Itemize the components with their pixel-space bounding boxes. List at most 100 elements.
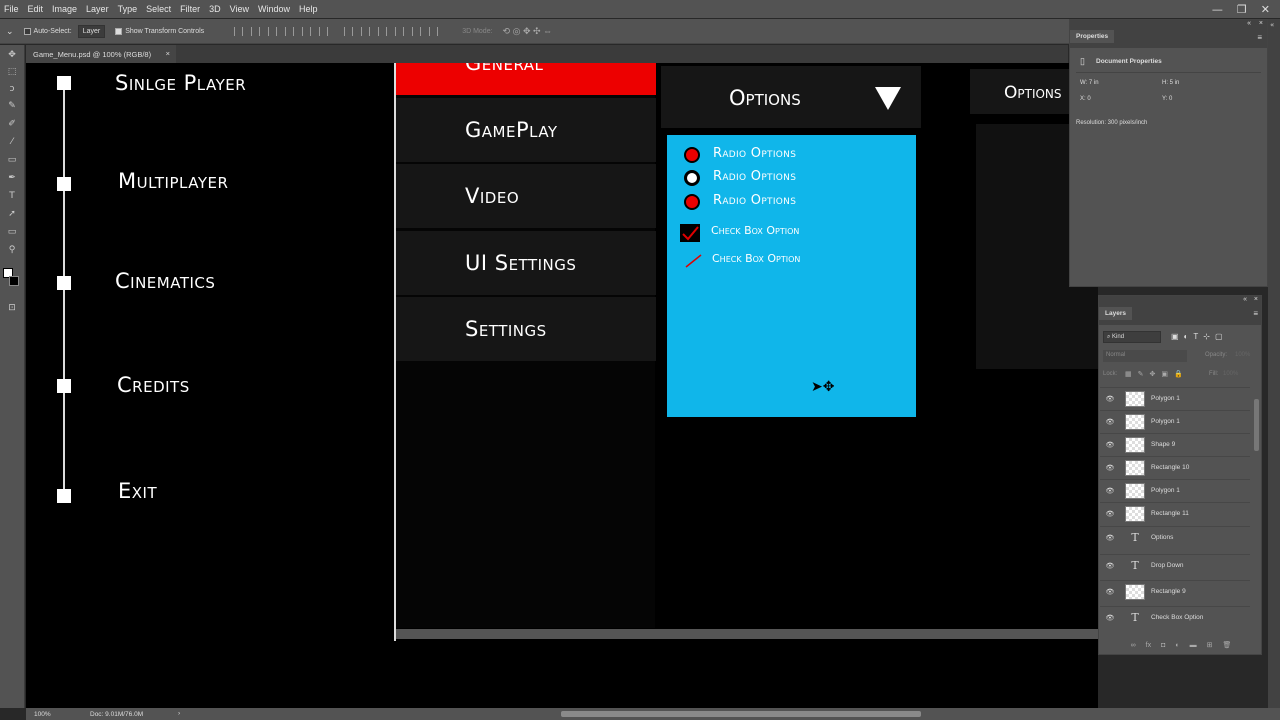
section-general[interactable]: General <box>396 63 656 95</box>
layer-row[interactable]: 👁 Polygon 1 <box>1100 410 1250 432</box>
close-panel-icon[interactable]: × <box>1259 20 1263 27</box>
section-video[interactable]: Video <box>396 164 656 228</box>
eraser-icon[interactable]: ▭ <box>6 154 18 166</box>
eye-icon[interactable]: 👁 <box>1105 562 1115 570</box>
distribute-vcenter-icon[interactable] <box>361 26 371 36</box>
menu-select[interactable]: Select <box>146 4 171 14</box>
panel-menu-icon[interactable]: ≡ <box>1253 309 1258 318</box>
background-color-swatch[interactable] <box>9 276 19 286</box>
align-hcenter-icon[interactable] <box>302 26 312 36</box>
shape-icon[interactable]: ▭ <box>6 226 18 238</box>
chevron-right-icon[interactable]: › <box>178 710 180 717</box>
layer-row[interactable]: 👁 T Drop Down <box>1100 554 1250 576</box>
distribute-left-icon[interactable] <box>395 26 405 36</box>
menu-image[interactable]: Image <box>52 4 77 14</box>
properties-tab[interactable]: Properties <box>1070 30 1115 43</box>
zoom-level[interactable]: 100% <box>34 711 51 718</box>
adjustment-icon[interactable]: ◐ <box>1175 642 1179 649</box>
collapse-icon[interactable]: « <box>1247 20 1251 27</box>
3d-rotate-icon[interactable]: ⟲ ◎ ✥ ✣ ⇔ <box>503 26 552 37</box>
eye-icon[interactable]: 👁 <box>1105 534 1115 542</box>
filter-type-icons[interactable]: ▣◐T⊹▢ <box>1171 332 1228 341</box>
layer-row[interactable]: 👁 Rectangle 11 <box>1100 502 1250 524</box>
distribute-bottom-icon[interactable] <box>378 26 388 36</box>
type-icon[interactable]: T <box>6 190 18 202</box>
menu-view[interactable]: View <box>230 4 249 14</box>
close-tab-icon[interactable]: × <box>166 49 170 58</box>
doc-size[interactable]: Doc: 9.01M/76.0M <box>90 711 143 718</box>
zoom-icon[interactable]: ⚲ <box>6 244 18 256</box>
maximize-icon[interactable]: ❐ <box>1237 3 1247 16</box>
lasso-icon[interactable]: ↄ <box>6 83 18 95</box>
section-settings[interactable]: Settings <box>396 297 656 361</box>
pen-icon[interactable]: ✒ <box>6 172 18 184</box>
distribute-top-icon[interactable] <box>344 26 354 36</box>
lock-icons[interactable]: ▦✎✥▣🔒 <box>1125 370 1189 378</box>
menu-exit[interactable]: Exit <box>118 479 157 503</box>
quick-mask-icon[interactable]: ⊡ <box>6 302 18 314</box>
section-ui-settings[interactable]: UI Settings <box>396 231 656 295</box>
layer-row[interactable]: 👁 Shape 9 <box>1100 433 1250 455</box>
document-canvas[interactable]: Sinlge Player Multiplayer Cinematics Cre… <box>26 63 1098 708</box>
fill-value[interactable]: 100% <box>1223 371 1238 377</box>
close-icon[interactable]: ✕ <box>1261 3 1270 16</box>
marquee-icon[interactable]: ⬚ <box>6 66 18 78</box>
transform-checkbox[interactable] <box>115 27 123 35</box>
checkbox-unchecked[interactable] <box>684 253 704 269</box>
layers-tab[interactable]: Layers <box>1099 307 1132 320</box>
layer-row[interactable]: 👁 T Check Box Option <box>1100 606 1250 628</box>
layer-row[interactable]: 👁 Rectangle 9 <box>1100 580 1250 602</box>
x-value[interactable]: X: 0 <box>1080 96 1091 102</box>
new-layer-icon[interactable]: ⊞ <box>1207 641 1213 649</box>
link-icon[interactable]: ∞ <box>1131 642 1136 649</box>
distribute-right-icon[interactable] <box>429 26 439 36</box>
brush-icon[interactable]: ✐ <box>6 118 18 130</box>
layer-row[interactable]: 👁 T Options <box>1100 526 1250 548</box>
layer-select[interactable]: Layer <box>77 24 106 38</box>
menu-help[interactable]: Help <box>299 4 318 14</box>
opacity-value[interactable]: 100% <box>1235 352 1250 358</box>
menu-cinematics[interactable]: Cinematics <box>115 269 215 293</box>
eye-icon[interactable]: 👁 <box>1105 588 1115 596</box>
menu-credits[interactable]: Credits <box>117 373 190 397</box>
distribute-hcenter-icon[interactable] <box>412 26 422 36</box>
dock-collapse-icon[interactable]: « <box>1270 21 1274 29</box>
radio-button[interactable] <box>684 147 700 163</box>
folder-icon[interactable]: ▬ <box>1190 642 1197 649</box>
layer-row[interactable]: 👁 Polygon 1 <box>1100 479 1250 501</box>
dropdown-arrow-icon[interactable] <box>875 87 901 110</box>
eyedropper-icon[interactable]: ⁄ <box>6 136 18 148</box>
mask-icon[interactable]: ◘ <box>1161 642 1165 649</box>
section-gameplay[interactable]: GamePlay <box>396 98 656 162</box>
eye-icon[interactable]: 👁 <box>1105 441 1115 449</box>
close-panel-icon[interactable]: × <box>1254 296 1258 303</box>
panel-menu-icon[interactable]: ≡ <box>1257 33 1262 42</box>
quick-select-icon[interactable]: ✎ <box>6 100 18 112</box>
menu-multiplayer[interactable]: Multiplayer <box>118 169 228 193</box>
radio-button[interactable] <box>684 194 700 210</box>
align-left-icon[interactable] <box>285 26 295 36</box>
menu-window[interactable]: Window <box>258 4 290 14</box>
eye-icon[interactable]: 👁 <box>1105 614 1115 622</box>
eye-icon[interactable]: 👁 <box>1105 395 1115 403</box>
align-vcenter-icon[interactable] <box>251 26 261 36</box>
menu-edit[interactable]: Edit <box>28 4 44 14</box>
fx-icon[interactable]: fx <box>1146 642 1151 649</box>
path-select-icon[interactable]: ➚ <box>6 208 18 220</box>
minimize-icon[interactable]: — <box>1212 3 1223 16</box>
layer-filter-select[interactable]: ⌕ Kind <box>1103 331 1161 343</box>
layers-scrollbar[interactable] <box>1254 399 1259 451</box>
checkbox-checked[interactable] <box>680 224 700 242</box>
layer-row[interactable]: 👁 Polygon 1 <box>1100 387 1250 409</box>
move-icon[interactable]: ✥ <box>6 49 18 61</box>
align-bottom-icon[interactable] <box>268 26 278 36</box>
layer-row[interactable]: 👁 Rectangle 10 <box>1100 456 1250 478</box>
menu-file[interactable]: File <box>4 4 19 14</box>
blend-mode-select[interactable]: Normal <box>1103 350 1187 362</box>
horizontal-scrollbar[interactable] <box>561 711 921 717</box>
menu-layer[interactable]: Layer <box>86 4 109 14</box>
eye-icon[interactable]: 👁 <box>1105 464 1115 472</box>
height-value[interactable]: H: 5 in <box>1162 80 1179 86</box>
eye-icon[interactable]: 👁 <box>1105 487 1115 495</box>
menu-filter[interactable]: Filter <box>180 4 200 14</box>
